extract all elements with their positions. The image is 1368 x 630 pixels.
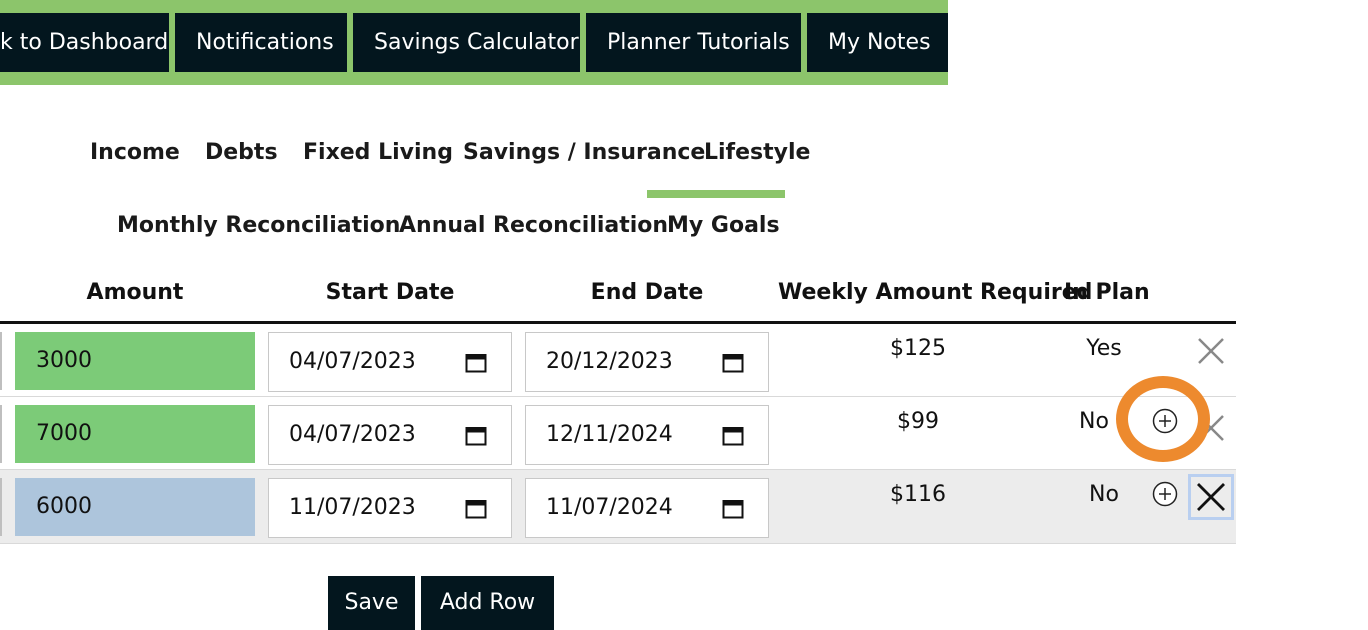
amount-input[interactable]: 3000 (15, 332, 255, 390)
table-row: 6000 11/07/2023 11/07/2024 $116 No (0, 470, 1236, 544)
tab-lifestyle[interactable]: Lifestyle (704, 142, 810, 164)
weekly-amount: $99 (897, 409, 939, 434)
calendar-icon[interactable] (722, 425, 744, 446)
row-left-edge (0, 405, 2, 463)
tab-income[interactable]: Income (90, 142, 180, 164)
start-date-input[interactable]: 04/07/2023 (268, 332, 512, 392)
back-to-dashboard-button[interactable]: k to Dashboard (0, 13, 169, 72)
tab-fixed-living[interactable]: Fixed Living (303, 142, 453, 164)
start-date-input[interactable]: 11/07/2023 (268, 478, 512, 538)
savings-calculator-button[interactable]: Savings Calculator (353, 13, 580, 72)
calendar-icon[interactable] (722, 498, 744, 519)
in-plan-value: Yes (1086, 336, 1122, 361)
tab-savings-insurance[interactable]: Savings / Insurance (463, 142, 705, 164)
end-date-input[interactable]: 12/11/2024 (525, 405, 769, 465)
weekly-amount: $116 (890, 482, 946, 507)
start-date-input[interactable]: 04/07/2023 (268, 405, 512, 465)
calendar-icon[interactable] (465, 352, 487, 373)
tab-annual-reconciliation[interactable]: Annual Reconciliation (399, 215, 668, 237)
calendar-icon[interactable] (722, 352, 744, 373)
in-plan-value: No (1079, 409, 1109, 434)
end-date-input[interactable]: 11/07/2024 (525, 478, 769, 538)
end-date-value: 11/07/2024 (546, 495, 673, 520)
end-date-value: 12/11/2024 (546, 422, 673, 447)
row-left-edge (0, 478, 2, 536)
delete-row-icon[interactable] (1188, 474, 1234, 520)
row-left-edge (0, 332, 2, 390)
header-in-plan: In Plan (1064, 280, 1150, 305)
planner-tutorials-button[interactable]: Planner Tutorials (586, 13, 801, 72)
my-notes-button[interactable]: My Notes (807, 13, 948, 72)
start-date-value: 04/07/2023 (289, 422, 416, 447)
add-row-button[interactable]: Add Row (421, 576, 554, 630)
amount-input[interactable]: 7000 (15, 405, 255, 463)
end-date-input[interactable]: 20/12/2023 (525, 332, 769, 392)
add-to-plan-icon[interactable] (1152, 481, 1178, 507)
table-row: 3000 04/07/2023 20/12/2023 $125 Yes (0, 324, 1236, 397)
tab-debts[interactable]: Debts (205, 142, 278, 164)
calendar-icon[interactable] (465, 425, 487, 446)
weekly-amount: $125 (890, 336, 946, 361)
tab-my-goals[interactable]: My Goals (667, 215, 780, 237)
amount-input[interactable]: 6000 (15, 478, 255, 536)
header-weekly-amount-required: Weekly Amount Required (778, 280, 1093, 305)
end-date-value: 20/12/2023 (546, 349, 673, 374)
table-row: 7000 04/07/2023 12/11/2024 $99 No (0, 397, 1236, 470)
in-plan-value: No (1089, 482, 1119, 507)
notifications-button[interactable]: Notifications (175, 13, 347, 72)
calendar-icon[interactable] (465, 498, 487, 519)
delete-row-icon[interactable] (1188, 328, 1234, 374)
start-date-value: 11/07/2023 (289, 495, 416, 520)
start-date-value: 04/07/2023 (289, 349, 416, 374)
header-start-date: Start Date (325, 280, 455, 305)
top-nav-bar: k to Dashboard Notifications Savings Cal… (0, 0, 948, 85)
save-button[interactable]: Save (328, 576, 415, 630)
active-tab-indicator (647, 190, 785, 198)
header-amount: Amount (86, 280, 184, 305)
click-highlight-ring (1116, 376, 1210, 462)
tab-monthly-reconciliation[interactable]: Monthly Reconciliation (117, 215, 400, 237)
header-end-date: End Date (590, 280, 704, 305)
